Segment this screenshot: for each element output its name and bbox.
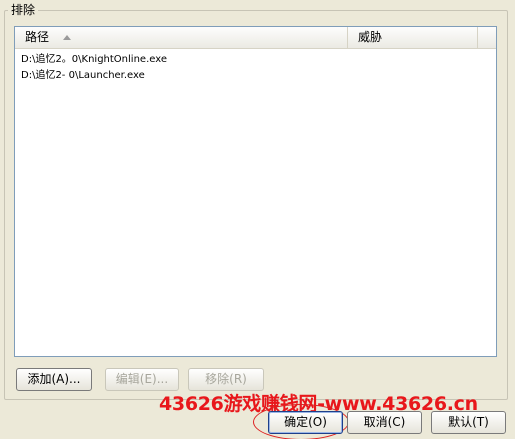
list-rows: D:\追忆2。0\KnightOnline.exe D:\追忆2- 0\Laun… [15,49,496,84]
exclusions-list[interactable]: 路径 威胁 D:\追忆2。0\KnightOnline.exe D:\追忆2- … [14,26,497,357]
exclusions-dialog: 排除 路径 威胁 D:\追忆2。0\KnightOnline.exe D:\追忆… [0,0,515,439]
list-item[interactable]: D:\追忆2- 0\Launcher.exe [15,68,496,84]
list-item[interactable]: D:\追忆2。0\KnightOnline.exe [15,52,496,68]
column-header-filler [478,27,496,48]
list-header: 路径 威胁 [15,27,496,49]
column-label-path: 路径 [25,30,50,44]
default-button[interactable]: 默认(T) [431,411,506,434]
sort-ascending-icon [62,35,71,40]
column-label-threat: 威胁 [358,30,383,44]
cancel-button[interactable]: 取消(C) [347,411,422,434]
ok-button[interactable]: 确定(O) [268,411,343,434]
edit-button[interactable]: 编辑(E)... [105,368,179,391]
add-button[interactable]: 添加(A)... [16,368,92,391]
remove-button[interactable]: 移除(R) [188,368,264,391]
column-header-threat[interactable]: 威胁 [348,27,478,48]
column-header-path[interactable]: 路径 [15,27,348,48]
group-title: 排除 [8,2,39,18]
